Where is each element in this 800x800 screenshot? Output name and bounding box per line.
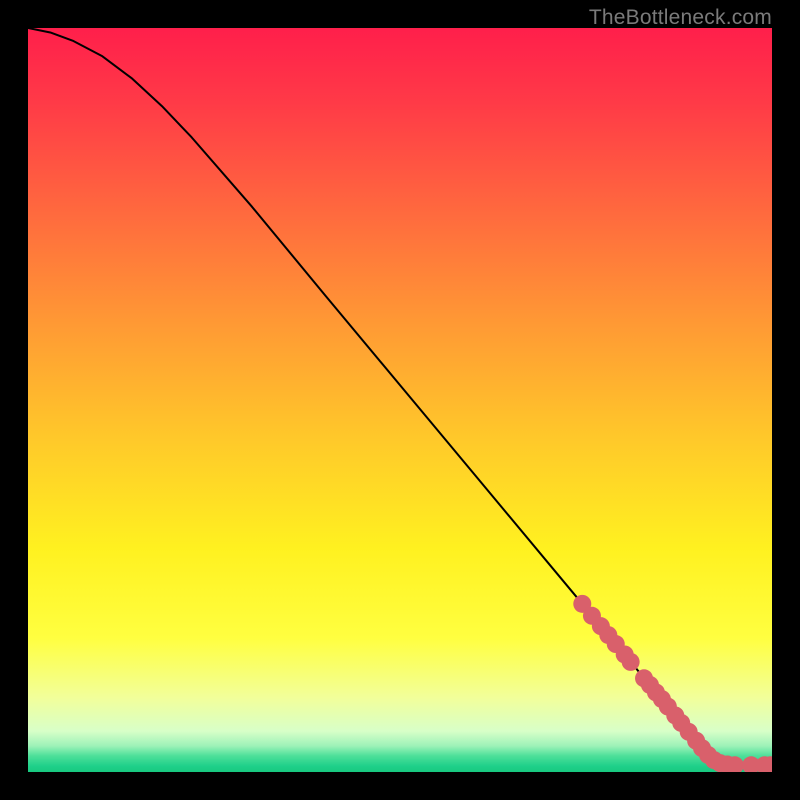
marker-dot <box>622 653 640 671</box>
chart-frame <box>28 28 772 772</box>
watermark-text: TheBottleneck.com <box>589 6 772 30</box>
chart-background <box>28 28 772 772</box>
chart-svg <box>28 28 772 772</box>
